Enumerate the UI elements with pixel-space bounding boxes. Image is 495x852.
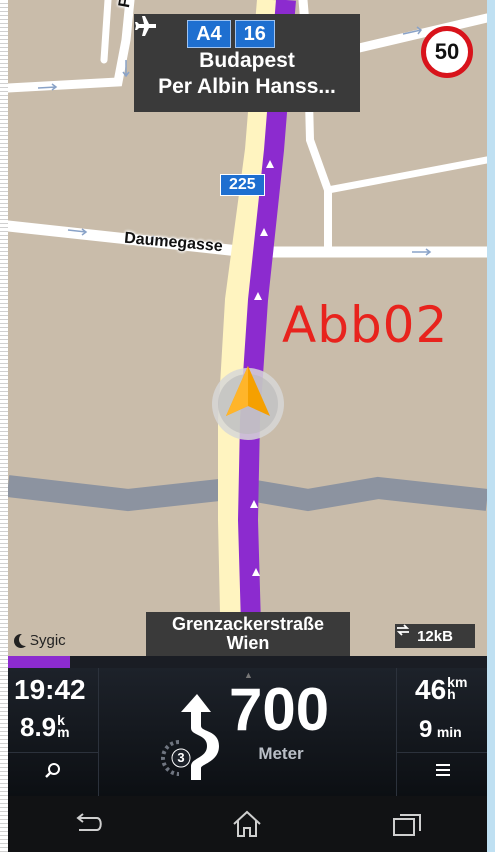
remaining-distance-unit-bottom: m: [57, 724, 70, 740]
sygic-logo-text: Sygic: [29, 632, 66, 649]
remaining-distance: 8.9 k m: [20, 712, 70, 743]
remaining-distance-value: 8.9: [20, 712, 57, 742]
system-navigation-bar: [8, 796, 487, 852]
road-top-left-branch: [100, 0, 112, 64]
road-badge-16: 16: [234, 20, 275, 48]
home-button[interactable]: [217, 804, 277, 844]
current-street-box: Grenzackerstraße Wien: [146, 612, 350, 659]
route-progress-fill: [8, 656, 71, 668]
back-icon: [76, 813, 102, 831]
current-speed: 46 km h: [415, 674, 467, 706]
remaining-time-value: 9: [419, 716, 433, 743]
right-info-panel[interactable]: 46 km h 9 min: [396, 668, 487, 796]
current-speed-value: 46: [415, 674, 447, 705]
navigation-info-panel: ▲ 19:42 8.9 k m 3 700 Meter 46 km h 9 mi…: [8, 668, 487, 796]
map-view[interactable]: Fa Daumegasse 225 A4 16 Budapest Per Alb…: [8, 0, 487, 660]
remaining-time-unit: min: [436, 724, 462, 740]
airplane-icon: [135, 16, 307, 46]
search-icon[interactable]: [8, 762, 98, 780]
center-info-panel: 3 700 Meter: [99, 668, 395, 796]
road-top-left: [8, 0, 135, 93]
back-button[interactable]: [58, 804, 118, 844]
right-frame-border: [487, 0, 495, 852]
position-marker-icon[interactable]: [208, 360, 288, 440]
route-progress-bar: [8, 656, 487, 668]
current-street-name: Grenzackerstraße: [171, 614, 325, 634]
data-usage-text: 12kB: [417, 627, 453, 645]
left-frame-border: [0, 0, 8, 852]
current-city-name: Wien: [226, 633, 270, 653]
data-usage-indicator[interactable]: 12kB: [395, 624, 475, 648]
remaining-time: 9 min: [419, 716, 462, 744]
road-badge-a4: A4: [187, 20, 231, 48]
recent-apps-icon: [393, 814, 422, 836]
u-turn-arrow-icon: 3: [159, 690, 229, 787]
left-panel-divider: [8, 752, 98, 753]
road-right-short: [324, 156, 487, 194]
arrival-time: 19:42: [14, 674, 86, 705]
signpost-destination-2: Per Albin Hanss...: [158, 75, 336, 98]
left-info-panel[interactable]: 19:42 8.9 k m: [8, 668, 99, 796]
signpost-destination-1: Budapest: [199, 49, 295, 72]
sync-icon: [396, 624, 410, 636]
right-panel-divider: [397, 752, 487, 753]
home-icon: [233, 810, 262, 837]
turn-distance-unit: Meter: [258, 744, 304, 763]
exit-number: 3: [177, 750, 185, 765]
menu-icon[interactable]: [397, 762, 487, 778]
recent-apps-button[interactable]: [377, 804, 437, 844]
sygic-moon-icon: [14, 632, 32, 648]
direction-signpost: A4 16 Budapest Per Albin Hanss...: [134, 14, 360, 112]
speed-limit-sign: 50: [421, 26, 473, 78]
navigation-screen: Fa Daumegasse 225 A4 16 Budapest Per Alb…: [8, 0, 487, 852]
road-number-shield: 225: [220, 174, 265, 196]
current-speed-unit-bottom: h: [447, 686, 456, 702]
sygic-logo: Sygic: [14, 632, 66, 649]
turn-distance-value: 700: [229, 676, 330, 743]
annotation-text: Abb02: [282, 296, 449, 354]
